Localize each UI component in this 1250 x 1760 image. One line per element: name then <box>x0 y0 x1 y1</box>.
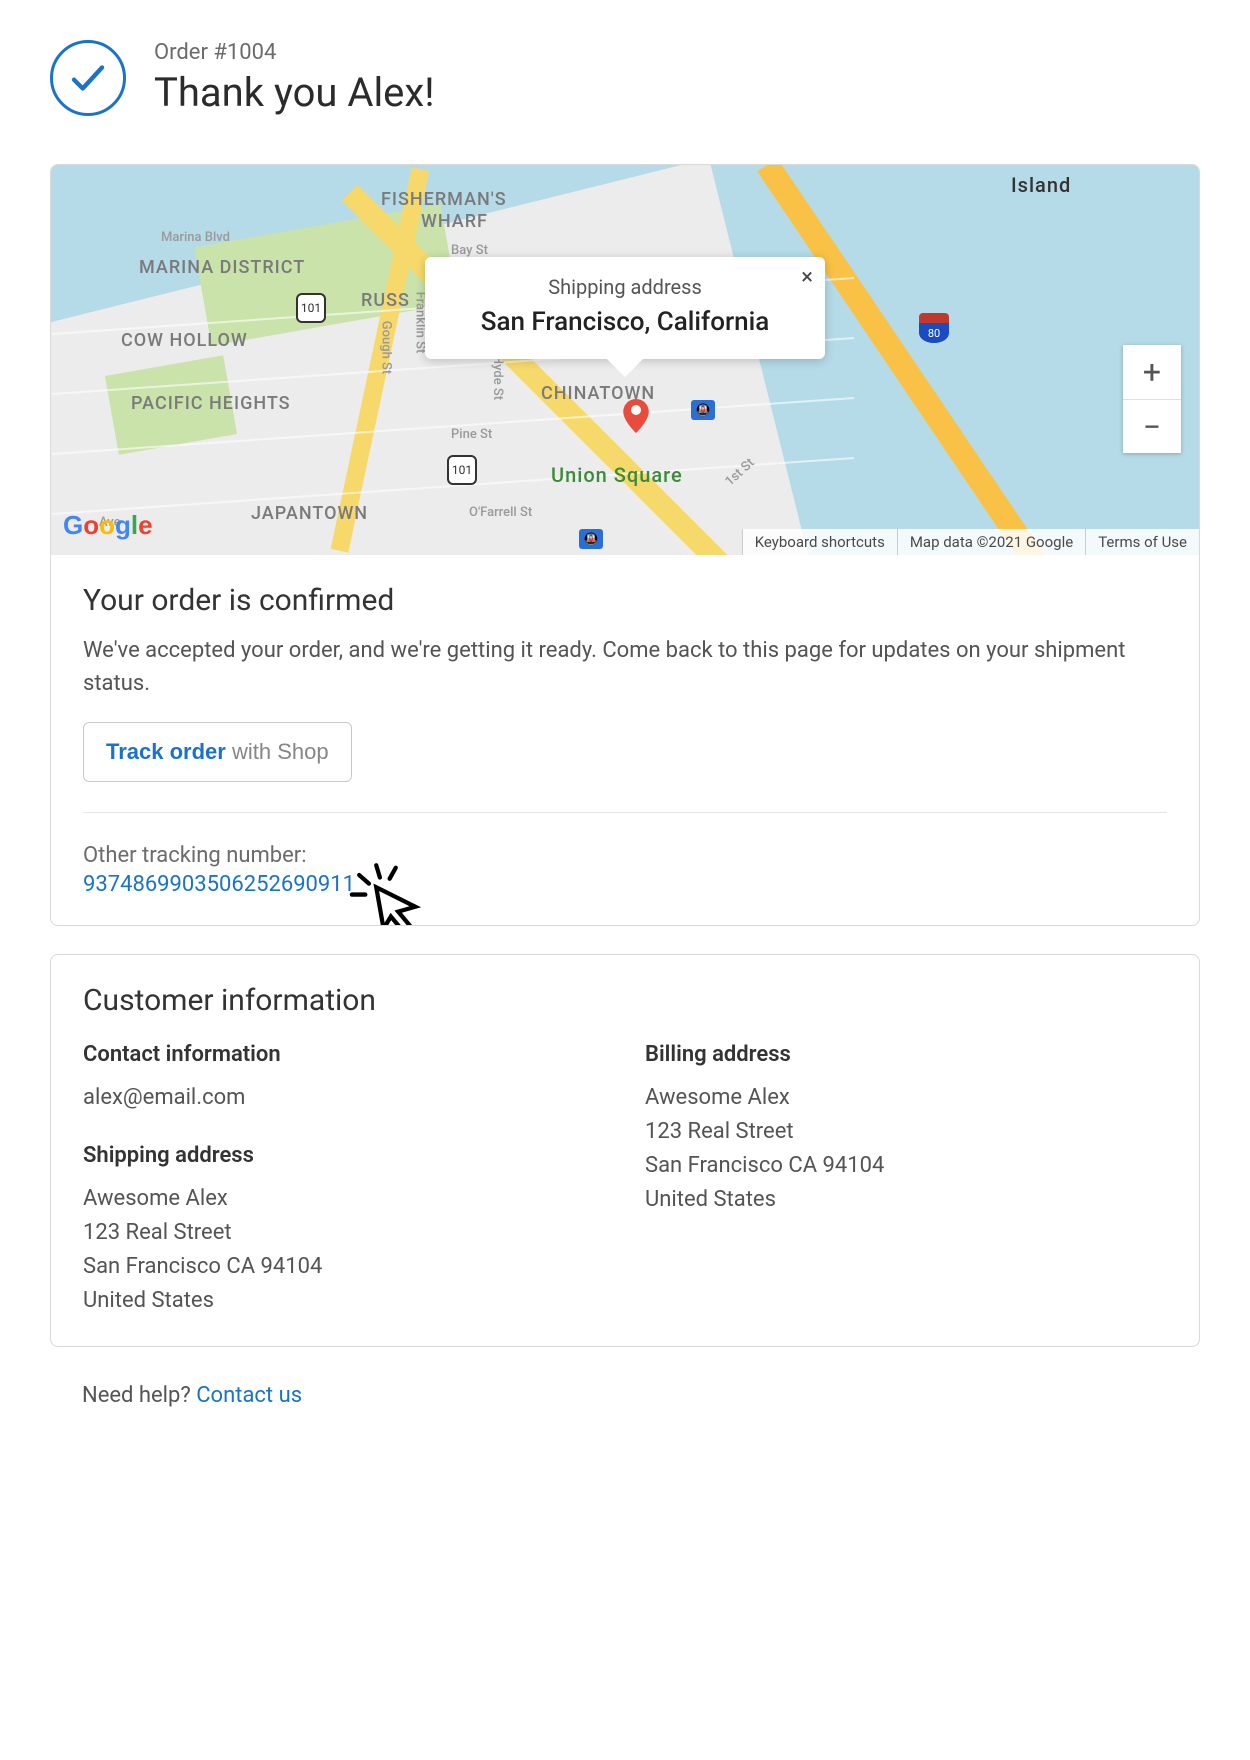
map-label-japantown: JAPANTOWN <box>251 503 368 524</box>
map-label-fishermans: FISHERMAN'S <box>381 189 507 210</box>
help-prefix: Need help? <box>82 1383 196 1408</box>
contact-info-heading: Contact information <box>83 1042 605 1067</box>
map-label-cow-hollow: COW HOLLOW <box>121 330 248 351</box>
map-label-russ: RUSS <box>361 290 410 311</box>
divider <box>83 812 1167 813</box>
cursor-click-icon <box>347 858 425 926</box>
map-tooltip: × Shipping address San Francisco, Califo… <box>425 257 825 359</box>
map-label-ofarrell: O'Farrell St <box>469 505 532 520</box>
customer-info-card: Customer information Contact information… <box>50 954 1200 1347</box>
shipping-street: 123 Real Street <box>83 1216 605 1250</box>
map-data-label: Map data ©2021 Google <box>897 529 1085 555</box>
billing-country: United States <box>645 1183 1167 1217</box>
shipping-name: Awesome Alex <box>83 1182 605 1216</box>
hw-101-shield-icon: 101 <box>447 455 477 485</box>
shipping-country: United States <box>83 1284 605 1318</box>
close-icon[interactable]: × <box>801 265 813 290</box>
hw-80-shield-icon: 80 <box>919 313 949 343</box>
confirmed-text: We've accepted your order, and we're get… <box>83 634 1167 700</box>
zoom-out-button[interactable]: − <box>1123 399 1181 453</box>
map-pin-icon <box>619 399 653 433</box>
map[interactable]: Island FISHERMAN'S WHARF Marina Blvd MAR… <box>51 165 1199 555</box>
contact-us-link[interactable]: Contact us <box>196 1383 302 1408</box>
map-label-bay-st: Bay St <box>451 243 488 258</box>
billing-city: San Francisco CA 94104 <box>645 1149 1167 1183</box>
billing-name: Awesome Alex <box>645 1081 1167 1115</box>
map-label-marina-district: MARINA DISTRICT <box>139 257 305 278</box>
terms-link[interactable]: Terms of Use <box>1085 529 1199 555</box>
tooltip-location: San Francisco, California <box>465 307 785 337</box>
map-attribution: Keyboard shortcuts Map data ©2021 Google… <box>742 529 1199 555</box>
hw-101-shield-icon: 101 <box>296 293 326 323</box>
shipping-address-heading: Shipping address <box>83 1143 605 1168</box>
map-label-wharf: WHARF <box>421 211 488 232</box>
tracking-number-link[interactable]: 9374869903506252690911 <box>83 872 355 897</box>
billing-street: 123 Real Street <box>645 1115 1167 1149</box>
shipping-city: San Francisco CA 94104 <box>83 1250 605 1284</box>
thank-you-message: Thank you Alex! <box>154 69 435 116</box>
order-number: Order #1004 <box>154 40 435 65</box>
map-label-pacific-heights: PACIFIC HEIGHTS <box>131 393 291 414</box>
transit-icon: 🚇 <box>579 529 603 549</box>
help-footer: Need help? Contact us <box>50 1375 1200 1416</box>
map-label-union-square: Union Square <box>551 463 683 487</box>
tracking-label: Other tracking number: <box>83 843 1167 868</box>
billing-address-heading: Billing address <box>645 1042 1167 1067</box>
map-label-island: Island <box>1011 173 1071 197</box>
confirmed-title: Your order is confirmed <box>83 583 1167 618</box>
zoom-in-button[interactable]: + <box>1123 345 1181 399</box>
transit-icon: 🚇 <box>691 400 715 420</box>
tooltip-title: Shipping address <box>465 275 785 299</box>
customer-info-title: Customer information <box>83 983 1167 1018</box>
contact-email: alex@email.com <box>83 1081 605 1115</box>
order-confirmed-card: Island FISHERMAN'S WHARF Marina Blvd MAR… <box>50 164 1200 926</box>
map-label-pine: Pine St <box>451 427 492 442</box>
keyboard-shortcuts-link[interactable]: Keyboard shortcuts <box>742 529 897 555</box>
checkmark-icon <box>50 40 126 116</box>
map-label-hyde: Hyde St <box>490 355 505 400</box>
google-logo: Google <box>63 510 153 541</box>
track-order-button[interactable]: Track order with Shop <box>83 722 352 782</box>
zoom-control: + − <box>1123 345 1181 453</box>
map-label-gough: Gough St <box>378 321 393 375</box>
order-header: Order #1004 Thank you Alex! <box>50 40 1200 116</box>
map-label-marina-blvd: Marina Blvd <box>161 230 230 245</box>
